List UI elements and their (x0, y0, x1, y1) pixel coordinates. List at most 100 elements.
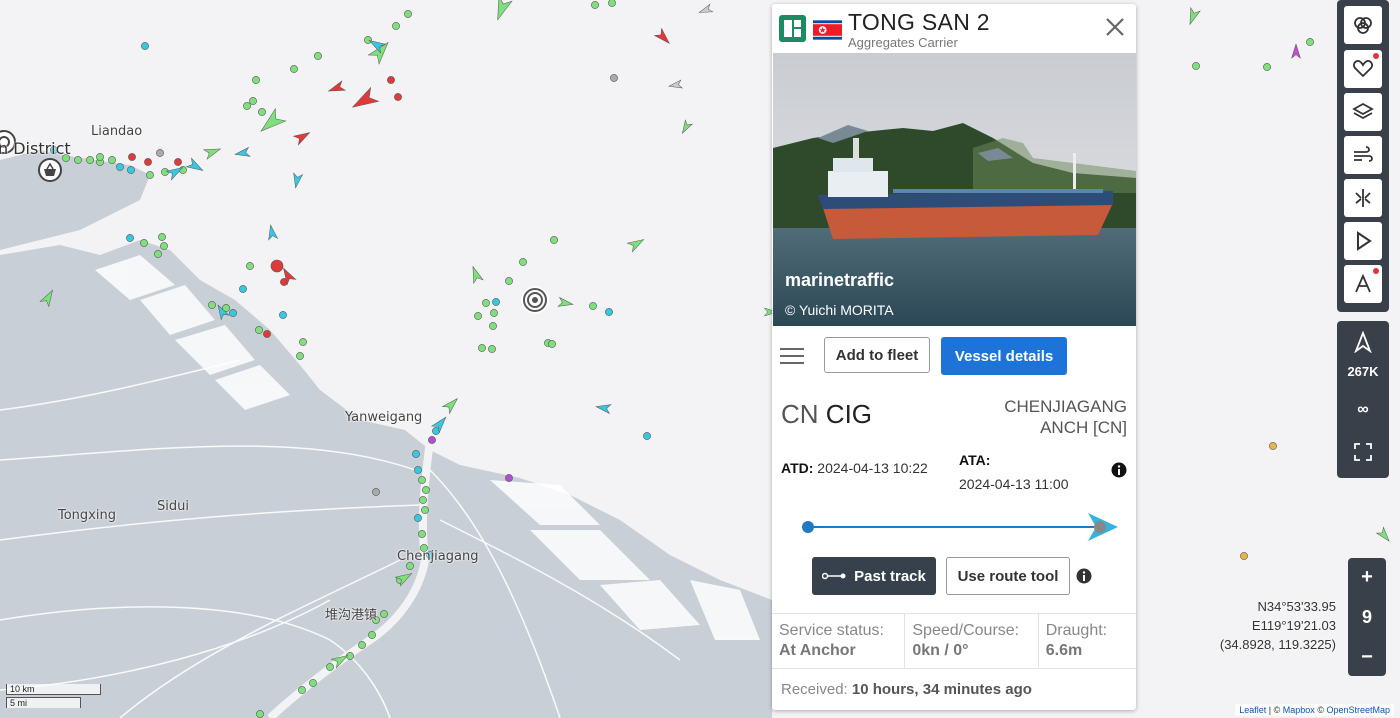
vessel-dot-marker[interactable] (258, 108, 266, 116)
vessel-dot-marker[interactable] (482, 299, 490, 307)
info-icon[interactable] (1111, 462, 1127, 478)
vessel-dot-marker[interactable] (156, 149, 164, 157)
vessel-dot-marker[interactable] (263, 330, 271, 338)
vessel-dot-marker[interactable] (550, 236, 558, 244)
vessel-dot-marker[interactable] (326, 663, 334, 671)
use-route-tool-button[interactable]: Use route tool (946, 557, 1070, 595)
vessel-dot-marker[interactable] (255, 326, 263, 334)
vessel-dot-marker[interactable] (589, 302, 597, 310)
vessel-dot-marker[interactable] (146, 171, 154, 179)
vessel-dot-marker[interactable] (364, 36, 372, 44)
basket-icon[interactable] (38, 158, 62, 182)
vessel-dot-marker[interactable] (208, 301, 216, 309)
osm-link[interactable]: OpenStreetMap (1326, 705, 1390, 715)
vessel-dot-marker[interactable] (368, 631, 376, 639)
vessel-dot-marker[interactable] (246, 262, 254, 270)
vessel-dot-marker[interactable] (298, 686, 306, 694)
vessel-dot-marker[interactable] (418, 476, 426, 484)
vessel-dot-marker[interactable] (418, 530, 426, 538)
vessel-dot-marker[interactable] (108, 156, 116, 164)
measure-icon[interactable] (1344, 265, 1382, 303)
vessel-dot-marker[interactable] (256, 710, 264, 718)
vessel-dot-marker[interactable] (252, 76, 260, 84)
vessel-dot-marker[interactable] (270, 259, 284, 273)
vessel-dot-marker[interactable] (290, 65, 298, 73)
vessel-dot-marker[interactable] (474, 312, 482, 320)
past-track-button[interactable]: Past track (812, 557, 936, 595)
zoom-in-button[interactable]: + (1348, 558, 1386, 596)
navigation-arrow-icon[interactable] (1344, 323, 1382, 361)
vessel-dot-marker[interactable] (128, 153, 136, 161)
vessel-dot-marker[interactable] (394, 93, 402, 101)
vessel-dot-marker[interactable] (414, 466, 422, 474)
vessel-dot-marker[interactable] (412, 450, 420, 458)
vessel-dot-marker[interactable] (1269, 442, 1277, 450)
play-icon[interactable] (1344, 222, 1382, 260)
vessel-dot-marker[interactable] (478, 344, 486, 352)
destination-code[interactable]: CN CIG (781, 399, 872, 430)
map-canvas[interactable] (0, 0, 1400, 718)
vessel-dot-marker[interactable] (489, 322, 497, 330)
vessel-dot-marker[interactable] (419, 496, 427, 504)
vessel-dot-marker[interactable] (161, 168, 169, 176)
vessel-dot-marker[interactable] (141, 42, 149, 50)
vessel-dot-marker[interactable] (296, 352, 304, 360)
vessel-dot-marker[interactable] (229, 309, 237, 317)
vessel-dot-marker[interactable] (519, 258, 527, 266)
filters-icon[interactable] (1344, 6, 1382, 44)
fullscreen-icon[interactable] (1344, 433, 1382, 471)
vessel-dot-marker[interactable] (1192, 62, 1200, 70)
vessel-dot-marker[interactable] (404, 10, 412, 18)
wind-icon[interactable] (1344, 136, 1382, 174)
vessel-dot-marker[interactable] (372, 488, 380, 496)
vessel-dot-marker[interactable] (249, 97, 257, 105)
add-to-fleet-button[interactable]: Add to fleet (824, 337, 930, 373)
vessel-dot-marker[interactable] (127, 166, 135, 174)
vessel-dot-marker[interactable] (160, 242, 168, 250)
vessel-dot-marker[interactable] (309, 679, 317, 687)
vessel-dot-marker[interactable] (422, 486, 430, 494)
vessel-dot-marker[interactable] (140, 239, 148, 247)
vessel-dot-marker[interactable] (1240, 552, 1248, 560)
vessel-dot-marker[interactable] (1306, 38, 1314, 46)
vessel-dot-marker[interactable] (116, 163, 124, 171)
favorites-icon[interactable] (1344, 50, 1382, 88)
zoom-out-button[interactable]: − (1348, 638, 1386, 676)
vessel-dot-marker[interactable] (279, 311, 287, 319)
layers-icon[interactable] (1344, 93, 1382, 131)
vessel-dot-marker[interactable] (358, 641, 366, 649)
mapbox-link[interactable]: Mapbox (1283, 705, 1315, 715)
vessel-dot-marker[interactable] (428, 436, 436, 444)
infinity-button[interactable]: ∞ (1344, 391, 1382, 429)
vessel-dot-marker[interactable] (608, 0, 616, 7)
vessel-dot-marker[interactable] (126, 234, 134, 242)
vessel-dot-marker[interactable] (414, 514, 422, 522)
vessel-dot-marker[interactable] (380, 610, 388, 618)
vessel-dot-marker[interactable] (86, 156, 94, 164)
vessel-dot-marker[interactable] (239, 285, 247, 293)
vessel-dot-marker[interactable] (174, 158, 182, 166)
vessel-dot-marker[interactable] (548, 340, 556, 348)
density-icon[interactable] (1344, 179, 1382, 217)
vessel-dot-marker[interactable] (591, 1, 599, 9)
vessel-dot-marker[interactable] (505, 277, 513, 285)
target-icon[interactable] (521, 286, 549, 314)
vessel-dot-marker[interactable] (643, 432, 651, 440)
leaflet-link[interactable]: Leaflet (1239, 705, 1266, 715)
vessel-dot-marker[interactable] (505, 474, 513, 482)
close-icon[interactable] (1104, 16, 1126, 38)
vessel-dot-marker[interactable] (421, 506, 429, 514)
vessel-dot-marker[interactable] (605, 308, 613, 316)
vessel-dot-marker[interactable] (387, 76, 395, 84)
info-icon[interactable] (1076, 568, 1092, 584)
vessel-dot-marker[interactable] (144, 158, 152, 166)
vessel-dot-marker[interactable] (314, 52, 322, 60)
vessel-dot-marker[interactable] (1263, 63, 1271, 71)
vessel-dot-marker[interactable] (610, 74, 618, 82)
vessel-dot-marker[interactable] (492, 298, 500, 306)
vessel-dot-marker[interactable] (158, 233, 166, 241)
vessel-photo[interactable]: marinetraffic © Yuichi MORITA (773, 53, 1136, 326)
vessel-dot-marker[interactable] (154, 250, 162, 258)
vessel-dot-marker[interactable] (96, 153, 104, 161)
vessel-dot-marker[interactable] (392, 22, 400, 30)
